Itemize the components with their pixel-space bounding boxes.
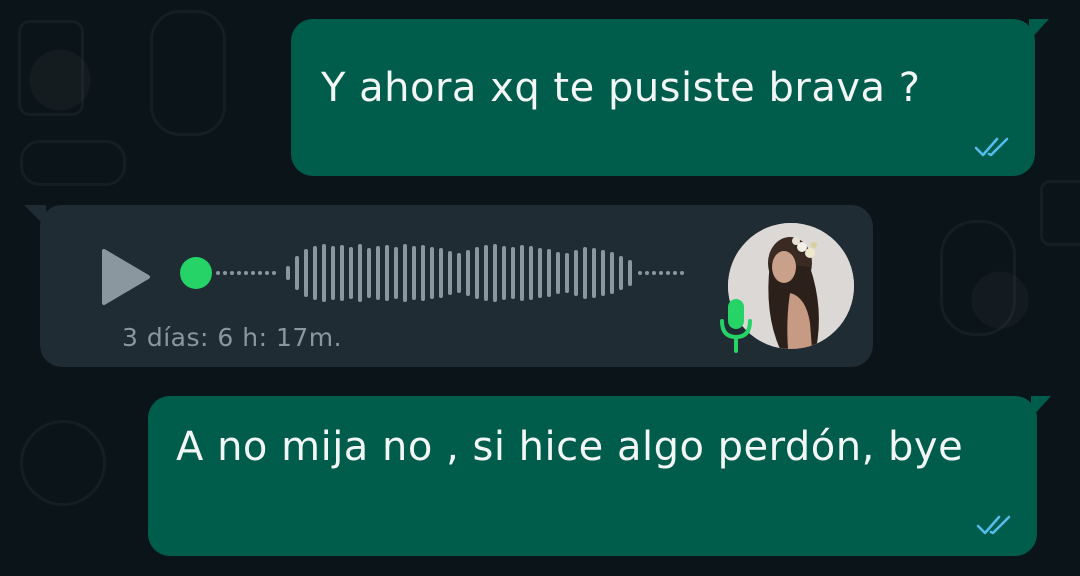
waveform-bar xyxy=(628,260,632,286)
waveform-bar xyxy=(547,249,551,297)
waveform-bar xyxy=(313,246,317,300)
wallpaper-doodle xyxy=(1040,180,1080,246)
waveform-dot xyxy=(652,271,656,275)
waveform-bar xyxy=(412,246,416,300)
wallpaper-doodle xyxy=(20,420,106,506)
waveform-bar xyxy=(286,266,290,280)
waveform-bar xyxy=(574,250,578,296)
wallpaper-doodle xyxy=(150,10,226,136)
waveform-bar xyxy=(376,246,380,300)
waveform-bar xyxy=(466,250,470,296)
waveform-bar xyxy=(421,245,425,301)
waveform-bar xyxy=(583,247,587,299)
waveform-bar xyxy=(295,256,299,290)
message-text: Y ahora xq te pusiste brava ? xyxy=(321,65,921,111)
waveform-bar xyxy=(448,251,452,295)
waveform-bar xyxy=(493,244,497,302)
waveform-dot xyxy=(673,271,677,275)
waveform-bar xyxy=(331,246,335,300)
waveform-bar xyxy=(394,247,398,299)
waveform-bar xyxy=(484,245,488,301)
waveform-dot xyxy=(216,271,220,275)
waveform-bar xyxy=(457,253,461,293)
waveform-dot xyxy=(645,271,649,275)
waveform-bar xyxy=(529,246,533,300)
waveform-bar xyxy=(511,247,515,299)
message-text: A no mija no , si hice algo perdón, bye xyxy=(176,424,964,470)
waveform-bar xyxy=(367,248,371,298)
outgoing-message-bubble[interactable]: Y ahora xq te pusiste brava ? xyxy=(291,19,1049,176)
outgoing-message-bubble[interactable]: A no mija no , si hice algo perdón, bye xyxy=(148,396,1051,556)
double-check-read-icon xyxy=(976,515,1011,535)
waveform-bar xyxy=(358,244,362,302)
waveform-bar xyxy=(340,245,344,301)
chat-background: Y ahora xq te pusiste brava ? 3 días: 6 … xyxy=(0,0,1080,576)
microphone-icon xyxy=(720,299,752,353)
wallpaper-doodle xyxy=(20,140,126,186)
waveform-dot xyxy=(680,271,684,275)
waveform-bar xyxy=(304,249,308,297)
waveform-bar xyxy=(322,244,326,302)
voice-note-waveform[interactable] xyxy=(178,241,698,305)
waveform-dot xyxy=(659,271,663,275)
playhead-dot[interactable] xyxy=(180,257,212,289)
waveform-bar xyxy=(601,250,605,296)
waveform-bar xyxy=(565,253,569,293)
waveform-dot xyxy=(638,271,642,275)
waveform-dot xyxy=(223,271,227,275)
voice-note-duration: 3 días: 6 h: 17m. xyxy=(122,323,343,352)
waveform-bar xyxy=(349,247,353,299)
waveform-dot xyxy=(272,271,276,275)
waveform-bar xyxy=(403,244,407,302)
wallpaper-doodle xyxy=(940,220,1016,336)
waveform-bar xyxy=(520,245,524,301)
waveform-dot xyxy=(258,271,262,275)
wallpaper-doodle xyxy=(18,20,84,116)
waveform-bar xyxy=(592,248,596,298)
waveform-bar xyxy=(502,246,506,300)
waveform-bar xyxy=(475,247,479,299)
double-check-read-icon xyxy=(974,137,1009,157)
waveform-bar xyxy=(610,252,614,294)
waveform-dot xyxy=(237,271,241,275)
play-icon[interactable] xyxy=(98,247,154,307)
waveform-dot xyxy=(244,271,248,275)
waveform-bar xyxy=(556,252,560,294)
waveform-dot xyxy=(666,271,670,275)
waveform-bar xyxy=(439,248,443,298)
incoming-voice-note-bubble[interactable]: 3 días: 6 h: 17m. xyxy=(24,205,873,367)
waveform-dot xyxy=(265,271,269,275)
waveform-bar xyxy=(385,245,389,301)
waveform-dot xyxy=(251,271,255,275)
waveform-bar xyxy=(538,248,542,298)
waveform-bar xyxy=(619,256,623,290)
waveform-bar xyxy=(430,247,434,299)
waveform-dot xyxy=(230,271,234,275)
